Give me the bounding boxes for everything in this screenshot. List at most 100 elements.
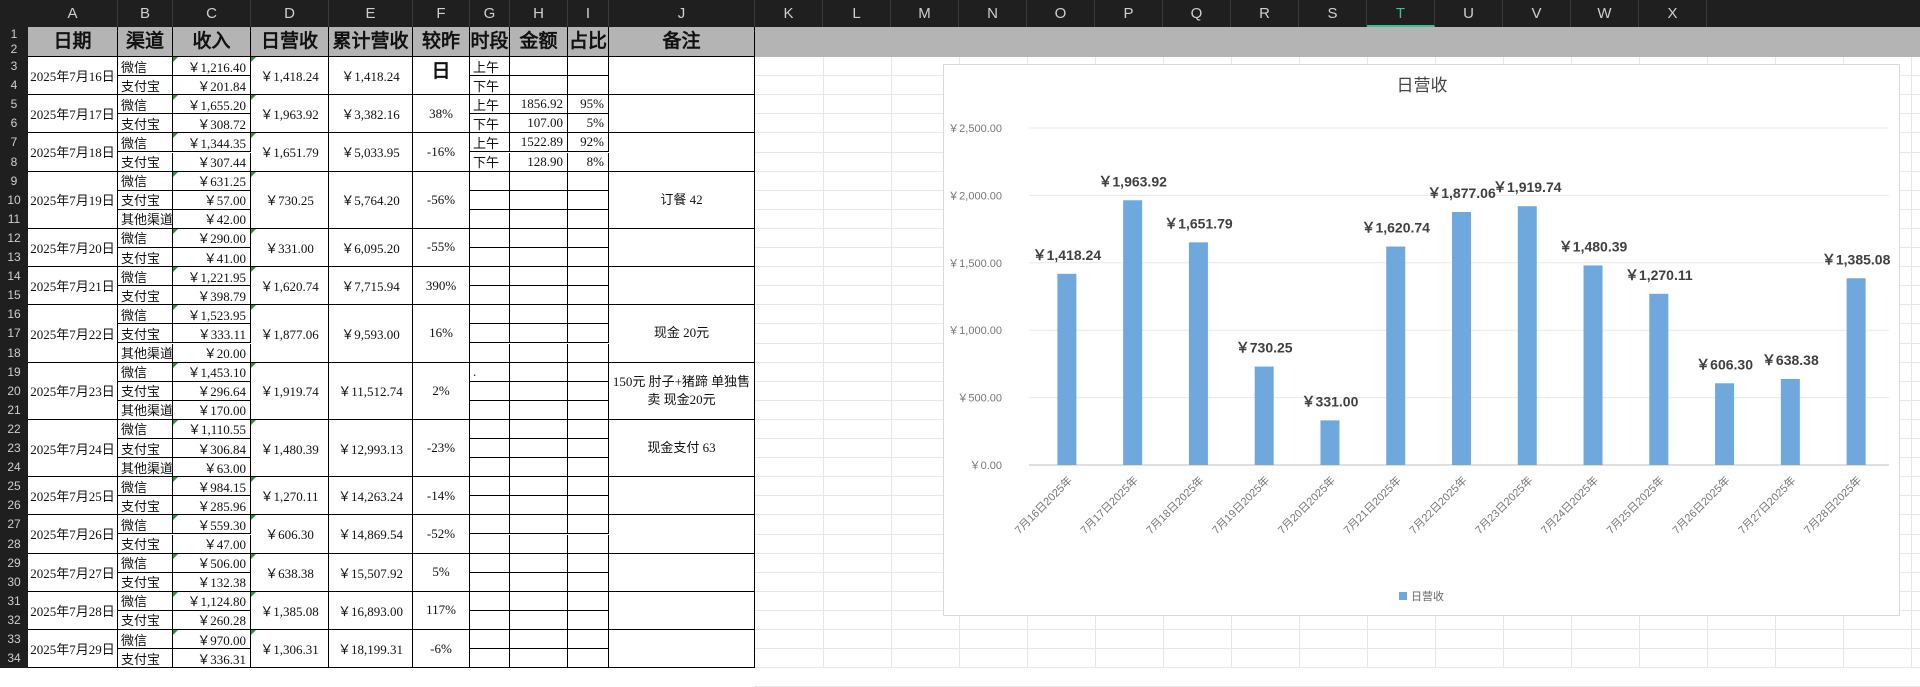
cumulative-revenue-cell[interactable]: ￥5,033.95 [329, 133, 413, 172]
ratio-cell[interactable] [568, 248, 609, 268]
daily-revenue-cell[interactable]: ￥1,418.24 [251, 57, 329, 96]
channel-cell[interactable]: 微信 [118, 305, 173, 325]
amount-cell[interactable] [510, 286, 568, 306]
date-cell[interactable]: 2025年7月29日 [28, 630, 118, 669]
row-header-14[interactable]: 14 [0, 267, 28, 286]
amount-cell[interactable] [510, 439, 568, 459]
row-header-22[interactable]: 22 [0, 420, 28, 439]
row-header-2[interactable]: 2 [0, 42, 28, 57]
channel-cell[interactable]: 支付宝 [118, 248, 173, 268]
ratio-cell[interactable] [568, 400, 609, 420]
header-amount[interactable]: 金额 [510, 27, 568, 57]
income-cell[interactable]: ￥201.84 [173, 76, 251, 96]
channel-cell[interactable]: 微信 [118, 553, 173, 573]
daily-revenue-cell[interactable]: ￥730.25 [251, 171, 329, 229]
ratio-cell[interactable] [568, 439, 609, 459]
row-header-18[interactable]: 18 [0, 344, 28, 363]
note-cell[interactable] [609, 477, 755, 516]
income-cell[interactable]: ￥47.00 [173, 534, 251, 554]
channel-cell[interactable]: 支付宝 [118, 152, 173, 172]
channel-cell[interactable]: 微信 [118, 591, 173, 611]
period-cell[interactable]: 下午 [470, 114, 510, 134]
row-header-11[interactable]: 11 [0, 210, 28, 229]
row-header-32[interactable]: 32 [0, 611, 28, 630]
row-header-17[interactable]: 17 [0, 324, 28, 343]
row-header-27[interactable]: 27 [0, 515, 28, 534]
column-header-i[interactable]: I [568, 0, 609, 27]
income-cell[interactable]: ￥306.84 [173, 439, 251, 459]
ratio-cell[interactable] [568, 209, 609, 229]
daily-revenue-cell[interactable]: ￥1,270.11 [251, 477, 329, 516]
amount-cell[interactable] [510, 496, 568, 516]
row-header-29[interactable]: 29 [0, 554, 28, 573]
ratio-cell[interactable]: 8% [568, 152, 609, 172]
row-header-16[interactable]: 16 [0, 305, 28, 324]
ratio-cell[interactable] [568, 572, 609, 592]
period-cell[interactable] [470, 228, 510, 248]
change-cell[interactable]: -6% [413, 630, 470, 669]
column-header-j[interactable]: J [609, 0, 755, 27]
row-header-6[interactable]: 6 [0, 114, 28, 133]
amount-cell[interactable] [510, 400, 568, 420]
change-cell[interactable]: -16% [413, 133, 470, 172]
amount-cell[interactable] [510, 267, 568, 287]
cumulative-revenue-cell[interactable]: ￥7,715.94 [329, 267, 413, 306]
channel-cell[interactable]: 支付宝 [118, 381, 173, 401]
change-cell[interactable] [413, 57, 470, 96]
cumulative-revenue-cell[interactable]: ￥14,869.54 [329, 515, 413, 554]
daily-revenue-cell[interactable]: ￥1,919.74 [251, 362, 329, 420]
row-header-8[interactable]: 8 [0, 153, 28, 172]
amount-cell[interactable] [510, 477, 568, 497]
channel-cell[interactable]: 支付宝 [118, 610, 173, 630]
ratio-cell[interactable]: 95% [568, 95, 609, 115]
channel-cell[interactable]: 微信 [118, 57, 173, 77]
amount-cell[interactable] [510, 381, 568, 401]
amount-cell[interactable]: 128.90 [510, 152, 568, 172]
channel-cell[interactable]: 支付宝 [118, 572, 173, 592]
column-header-w[interactable]: W [1571, 0, 1639, 27]
change-cell[interactable]: 2% [413, 362, 470, 420]
ratio-cell[interactable] [568, 190, 609, 210]
ratio-cell[interactable] [568, 267, 609, 287]
amount-cell[interactable] [510, 76, 568, 96]
amount-cell[interactable] [510, 591, 568, 611]
period-cell[interactable] [470, 439, 510, 459]
column-header-t[interactable]: T [1367, 0, 1435, 27]
income-cell[interactable]: ￥970.00 [173, 630, 251, 650]
date-cell[interactable]: 2025年7月17日 [28, 95, 118, 134]
income-cell[interactable]: ￥1,523.95 [173, 305, 251, 325]
amount-cell[interactable] [510, 610, 568, 630]
daily-revenue-cell[interactable]: ￥1,385.08 [251, 591, 329, 630]
row-header-15[interactable]: 15 [0, 286, 28, 305]
daily-revenue-cell[interactable]: ￥1,306.31 [251, 630, 329, 669]
amount-cell[interactable] [510, 228, 568, 248]
column-header-p[interactable]: P [1095, 0, 1163, 27]
income-cell[interactable]: ￥1,216.40 [173, 57, 251, 77]
header-note[interactable]: 备注 [609, 27, 755, 57]
period-cell[interactable] [470, 630, 510, 650]
date-cell[interactable]: 2025年7月24日 [28, 419, 118, 478]
period-cell[interactable] [470, 343, 510, 363]
date-cell[interactable]: 2025年7月23日 [28, 362, 118, 420]
ratio-cell[interactable] [568, 458, 609, 478]
change-cell[interactable]: -52% [413, 515, 470, 554]
date-cell[interactable]: 2025年7月25日 [28, 477, 118, 516]
note-cell[interactable] [609, 630, 755, 669]
channel-cell[interactable]: 支付宝 [118, 496, 173, 516]
period-cell[interactable]: 上午 [470, 133, 510, 153]
row-header-20[interactable]: 20 [0, 382, 28, 401]
note-cell[interactable] [609, 553, 755, 592]
change-cell[interactable]: -55% [413, 228, 470, 268]
channel-cell[interactable]: 微信 [118, 171, 173, 191]
period-cell[interactable]: 下午 [470, 152, 510, 172]
row-header-25[interactable]: 25 [0, 477, 28, 496]
note-cell[interactable]: 150元 肘子+猪蹄 单独售卖 现金20元 [609, 362, 755, 420]
change-cell[interactable]: 117% [413, 591, 470, 630]
period-cell[interactable] [470, 286, 510, 306]
ratio-cell[interactable] [568, 630, 609, 650]
channel-cell[interactable]: 支付宝 [118, 286, 173, 306]
row-header-24[interactable]: 24 [0, 458, 28, 477]
income-cell[interactable]: ￥42.00 [173, 209, 251, 229]
daily-revenue-cell[interactable]: ￥1,480.39 [251, 419, 329, 478]
header-date[interactable]: 日期 [28, 27, 118, 57]
